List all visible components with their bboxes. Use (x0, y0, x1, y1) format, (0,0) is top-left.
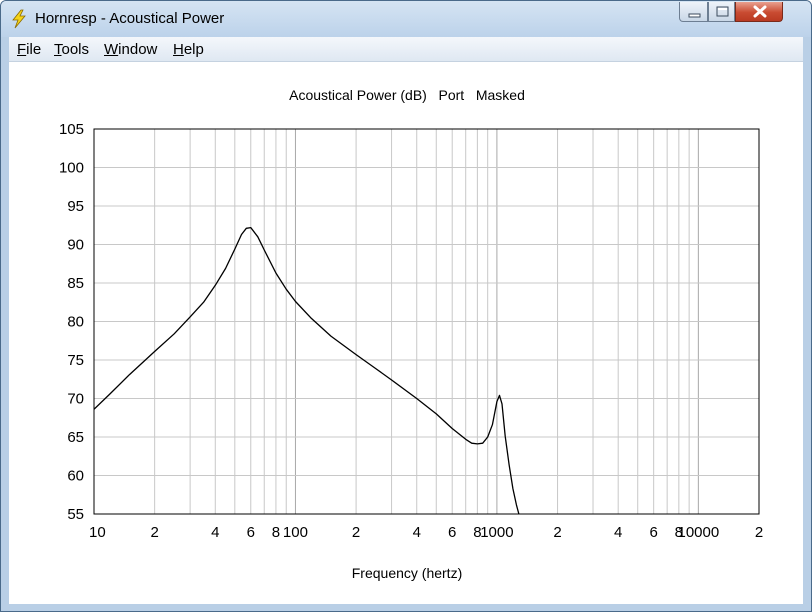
close-icon (753, 5, 767, 18)
lightning-bolt-icon (12, 9, 26, 29)
menu-window-rest: indow (118, 41, 158, 58)
x-tick-label: 8 (272, 524, 280, 541)
y-tick-label: 105 (59, 121, 84, 138)
x-tick-label: 4 (614, 524, 622, 541)
menu-tools-rest: ools (61, 41, 90, 58)
x-tick-label: 6 (448, 524, 456, 541)
x-tick-label: 100 (283, 524, 308, 541)
x-tick-label: 10000 (677, 524, 719, 541)
menu-tools-accel: T (54, 41, 62, 58)
chart-title: Acoustical Power (dB) Port Masked (289, 87, 525, 103)
menu-window-accel: W (104, 41, 119, 58)
menu-tools[interactable]: Tools (54, 41, 89, 58)
y-tick-label: 75 (67, 352, 84, 369)
tick-labels: 55606570758085909510010510 2 4 6 8 100 2 4 6 8100… (59, 121, 763, 541)
x-tick-label: 4 (211, 524, 219, 541)
window-title: Hornresp - Acoustical Power (35, 10, 225, 27)
y-tick-label: 90 (67, 237, 84, 254)
menu-file-accel: F (17, 41, 27, 58)
menu-file-rest: ile (26, 41, 42, 58)
y-tick-label: 85 (67, 275, 84, 292)
maximize-button[interactable] (708, 2, 735, 22)
close-button[interactable] (735, 2, 783, 22)
x-tick-label: 6 (247, 524, 255, 541)
menu-file[interactable]: File (17, 41, 41, 58)
x-tick-label: 10 (89, 524, 106, 541)
y-tick-label: 55 (67, 506, 84, 523)
x-tick-label: 1000 (480, 524, 513, 541)
series (94, 226, 520, 514)
x-tick-label: 4 (413, 524, 421, 541)
menu-bar: File Tools Window Help (9, 37, 803, 61)
title-bar[interactable]: Hornresp - Acoustical Power (1, 1, 811, 37)
minimize-icon (688, 13, 701, 18)
series-line-0 (94, 226, 520, 514)
maximize-icon (716, 6, 729, 17)
y-tick-label: 70 (67, 391, 84, 408)
y-tick-label: 60 (67, 468, 84, 485)
x-tick-label: 6 (649, 524, 657, 541)
acoustical-power-chart: Acoustical Power (dB) Port Masked 55 60 65… (59, 87, 763, 581)
menu-help-accel: H (173, 41, 184, 58)
x-tick-label: 2 (150, 524, 158, 541)
y-tick-label: 95 (67, 198, 84, 215)
x-tick-label: 2 (553, 524, 561, 541)
x-tick-label: 2 (755, 524, 763, 541)
chart-area: Acoustical Power (dB) Port Masked 55 60 65… (9, 61, 803, 604)
menu-help[interactable]: Help (173, 41, 204, 58)
y-tick-label: 80 (67, 314, 84, 331)
x-axis-label: Frequency (hertz) (352, 565, 462, 581)
y-tick-label: 100 (59, 160, 84, 177)
grid (94, 129, 759, 514)
minimize-button[interactable] (679, 2, 708, 22)
y-tick-label: 65 (67, 429, 84, 446)
x-tick-label: 2 (352, 524, 360, 541)
menu-help-rest: elp (183, 41, 204, 58)
menu-window[interactable]: Window (104, 41, 157, 58)
app-window: Hornresp - Acoustical Power File Tools W… (0, 0, 812, 612)
